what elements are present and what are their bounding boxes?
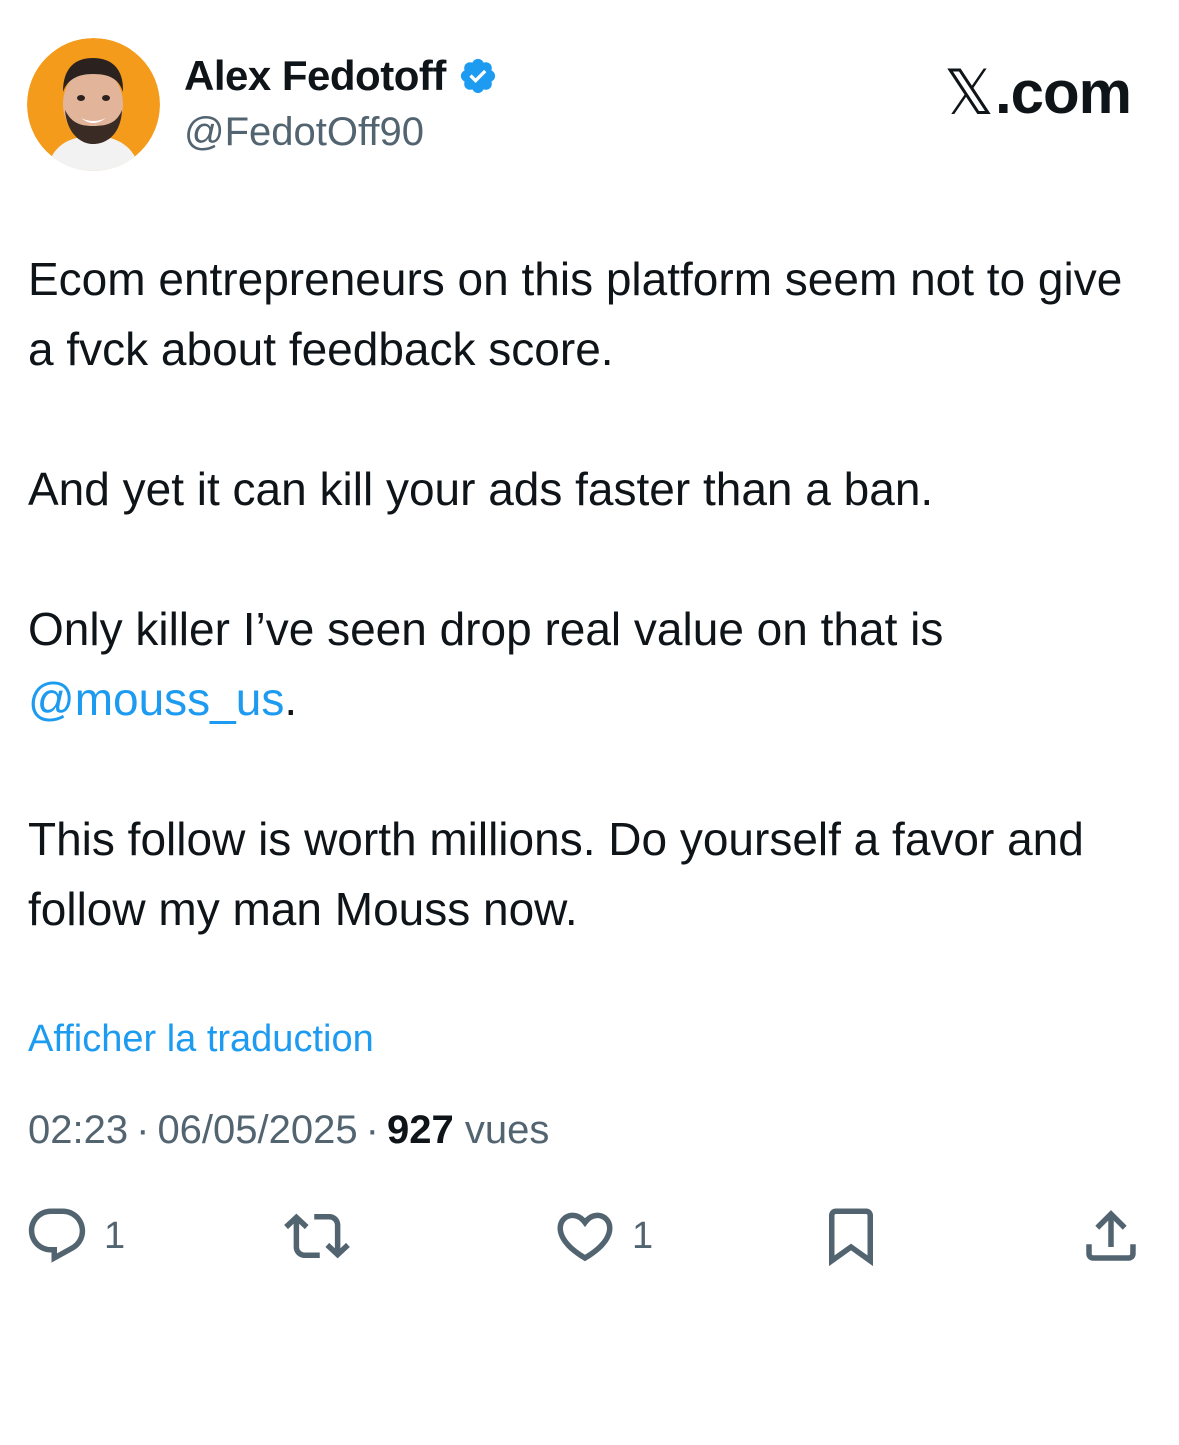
share-button[interactable] [1078, 1200, 1144, 1272]
tweet-text-segment: . [284, 673, 298, 725]
tweet-paragraph: This follow is worth millions. Do yourse… [28, 813, 1084, 935]
author-name-row: Alex Fedotoff [184, 52, 498, 100]
tweet-paragraph: Ecom entrepreneurs on this platform seem… [28, 253, 1123, 375]
reply-button[interactable]: 1 [24, 1200, 125, 1272]
bookmark-button[interactable] [818, 1200, 884, 1272]
like-button[interactable]: 1 [552, 1200, 653, 1272]
show-translation-link[interactable]: Afficher la traduction [28, 1018, 374, 1061]
tweet-text-segment: Only killer I’ve seen drop real value on… [28, 603, 944, 655]
separator: · [365, 1108, 379, 1152]
share-icon [1086, 1210, 1136, 1261]
tweet-date[interactable]: 06/05/2025 [157, 1108, 357, 1152]
author-display-name[interactable]: Alex Fedotoff [184, 52, 446, 100]
tweet-card: Alex Fedotoff @FedotOff90 𝕏 .com Ecom en… [0, 0, 1179, 1445]
verified-badge-icon[interactable] [458, 56, 498, 96]
x-com-logo: 𝕏 .com [944, 56, 1132, 129]
tweet-paragraph: Only killer I’ve seen drop real value on… [28, 594, 1158, 734]
mention-link[interactable]: @mouss_us [28, 673, 284, 725]
avatar-image [27, 38, 160, 171]
action-bar: 1 1 [0, 1200, 1179, 1280]
reply-count: 1 [104, 1214, 126, 1257]
tweet-metadata: 02:23 · 06/05/2025 · 927 vues [28, 1108, 549, 1153]
repost-icon [284, 1213, 350, 1259]
separator: · [136, 1108, 150, 1152]
tweet-paragraph: And yet it can kill your ads faster than… [28, 463, 934, 515]
repost-button[interactable] [284, 1200, 364, 1272]
like-count: 1 [632, 1214, 654, 1257]
tweet-time[interactable]: 02:23 [28, 1108, 128, 1152]
x-logo-icon: 𝕏 [944, 56, 994, 129]
bookmark-icon [829, 1208, 873, 1267]
reply-icon [28, 1208, 86, 1263]
author-handle[interactable]: @FedotOff90 [184, 110, 424, 155]
tweet-text: Ecom entrepreneurs on this platform seem… [28, 244, 1158, 944]
heart-icon [557, 1212, 613, 1262]
views-count: 927 [386, 1108, 454, 1152]
views-label: vues [464, 1108, 550, 1152]
brand-label: .com [994, 59, 1132, 126]
avatar[interactable] [27, 38, 160, 171]
